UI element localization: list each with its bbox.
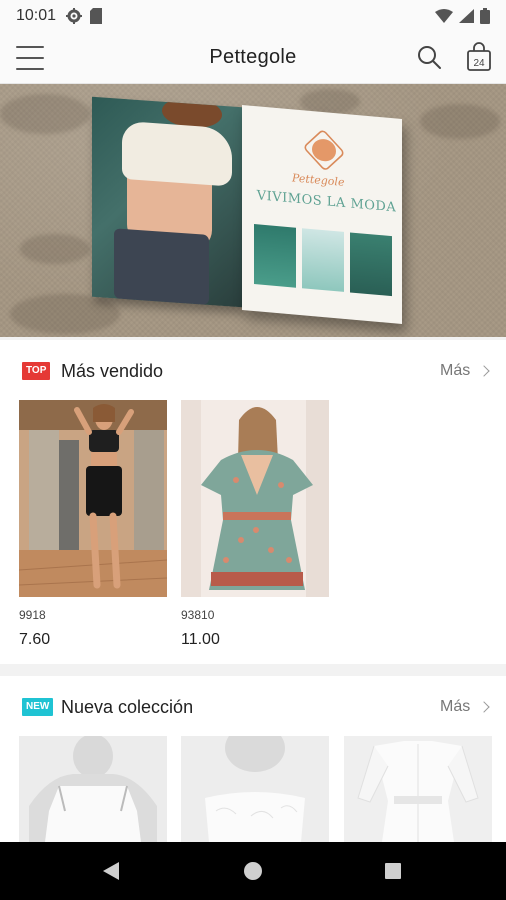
promo-banner[interactable]: Pettegole VIVIMOS LA MODA <box>0 84 506 337</box>
product-price: 7.60 <box>19 631 51 648</box>
best-sellers-section: TOP Más vendido Más 9918 7.60 93810 11.0… <box>0 340 506 664</box>
status-bar: 10:01 <box>0 0 506 32</box>
product-card[interactable]: 9918 7.60 <box>19 400 167 650</box>
more-link[interactable]: Más <box>440 698 490 716</box>
more-label: Más <box>440 698 471 715</box>
section-title: Más vendido <box>61 361 164 381</box>
section-title: Nueva colección <box>61 697 194 717</box>
shopping-bag-icon[interactable]: 24 <box>466 42 492 72</box>
search-icon[interactable] <box>416 44 442 70</box>
cart-count: 24 <box>473 58 485 69</box>
back-icon[interactable] <box>103 862 119 880</box>
magazine-image: Pettegole VIVIMOS LA MODA <box>92 94 402 324</box>
section-header: NEW Nueva colección Más <box>0 676 506 736</box>
top-badge: TOP <box>22 362 51 380</box>
home-icon[interactable] <box>244 862 262 880</box>
status-time: 10:01 <box>16 7 57 24</box>
product-image <box>19 400 167 597</box>
app-bar: Pettegole 24 <box>0 32 506 84</box>
sd-card-icon <box>90 8 103 24</box>
product-image <box>181 736 329 842</box>
product-image <box>344 736 492 842</box>
battery-icon <box>480 8 490 24</box>
product-card[interactable] <box>19 736 167 842</box>
product-image <box>181 400 329 597</box>
chevron-right-icon <box>478 701 490 713</box>
gear-icon <box>66 8 83 24</box>
wifi-icon <box>435 9 453 23</box>
magazine-cover-photo <box>92 96 242 308</box>
product-id: 9918 <box>19 608 46 622</box>
magazine-headline: VIVIMOS LA MODA <box>256 188 397 216</box>
more-link[interactable]: Más <box>440 362 490 380</box>
signal-icon <box>459 9 474 23</box>
chevron-right-icon <box>478 365 490 377</box>
product-id: 93810 <box>181 608 215 622</box>
system-nav-bar <box>0 842 506 900</box>
product-card[interactable]: 93810 11.00 <box>181 400 329 650</box>
more-label: Más <box>440 362 471 379</box>
magazine-page: Pettegole VIVIMOS LA MODA <box>242 105 402 324</box>
product-card[interactable] <box>344 736 492 842</box>
product-card[interactable] <box>181 736 329 842</box>
magazine-brand: Pettegole <box>292 171 345 189</box>
recents-icon[interactable] <box>385 863 401 879</box>
product-price: 11.00 <box>181 631 220 648</box>
new-badge: NEW <box>22 698 54 716</box>
section-header: TOP Más vendido Más <box>0 340 506 400</box>
product-image <box>19 736 167 842</box>
new-collection-section: NEW Nueva colección Más <box>0 676 506 842</box>
